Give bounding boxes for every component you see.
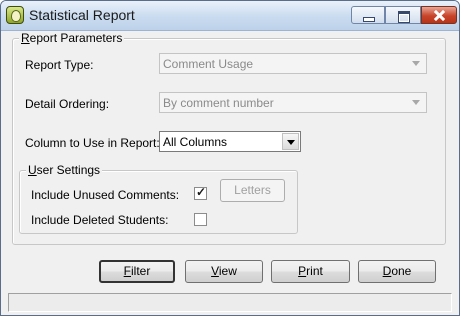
window-title: Statistical Report	[29, 7, 135, 23]
report-type-combo[interactable]: Comment Usage	[159, 53, 427, 74]
column-to-use-value: All Columns	[163, 135, 228, 149]
filter-button[interactable]: Filter	[99, 260, 175, 283]
include-unused-checkbox[interactable]: ✓	[194, 185, 207, 200]
include-deleted-label: Include Deleted Students:	[31, 213, 169, 227]
done-button[interactable]: Done	[358, 260, 436, 283]
report-type-value: Comment Usage	[163, 57, 254, 71]
detail-ordering-combo[interactable]: By comment number	[159, 92, 427, 113]
status-bar	[8, 293, 452, 312]
column-to-use-label: Column to Use in Report:	[25, 136, 160, 150]
user-settings-label: User Settings	[26, 163, 103, 177]
letters-button[interactable]: Letters	[220, 179, 285, 202]
app-icon	[6, 6, 24, 24]
view-button[interactable]: View	[185, 260, 263, 283]
report-parameters-label: Report Parameters	[19, 31, 125, 45]
column-to-use-combo[interactable]: All Columns	[159, 131, 301, 152]
include-unused-label: Include Unused Comments:	[31, 188, 180, 202]
minimize-button[interactable]	[351, 6, 385, 24]
chevron-down-icon	[408, 55, 425, 72]
chevron-down-icon[interactable]	[282, 133, 299, 150]
print-button[interactable]: Print	[271, 260, 350, 283]
report-type-label: Report Type:	[25, 58, 94, 72]
detail-ordering-value: By comment number	[163, 96, 274, 110]
check-icon: ✓	[196, 185, 207, 199]
statistical-report-window: Statistical Report Report Parameters Rep…	[0, 0, 460, 316]
maximize-button[interactable]	[385, 6, 421, 24]
include-deleted-checkbox[interactable]	[194, 213, 207, 226]
close-button[interactable]	[421, 6, 457, 24]
chevron-down-icon	[408, 94, 425, 111]
detail-ordering-label: Detail Ordering:	[25, 97, 110, 111]
title-bar[interactable]: Statistical Report	[1, 1, 459, 31]
